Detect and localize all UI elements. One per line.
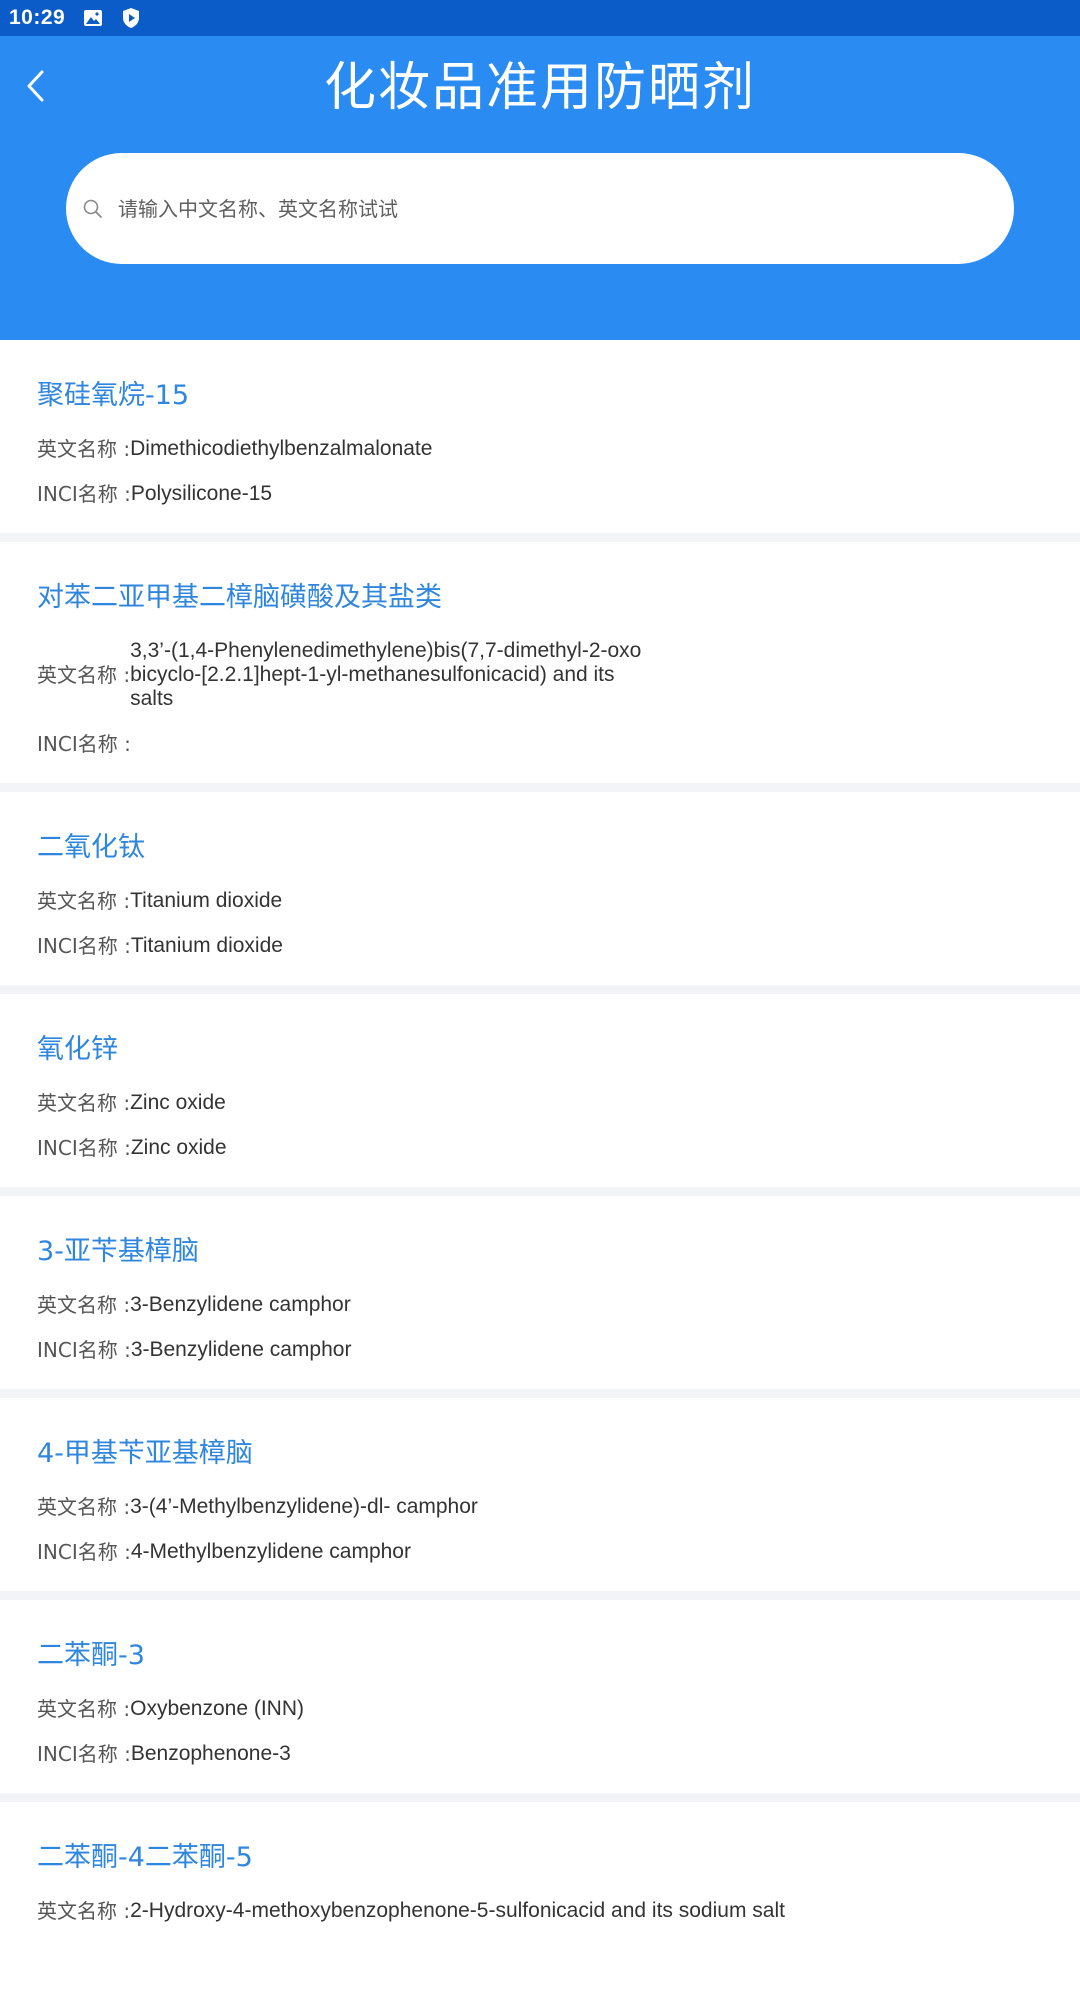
- english-name-value: 3-Benzylidene camphor: [130, 1293, 351, 1316]
- inci-name-row: INCI名称 : Titanium dioxide: [37, 934, 1080, 958]
- english-name-value: 2-Hydroxy-4-methoxybenzophenone-5-sulfon…: [130, 1899, 785, 1922]
- english-name-row: 英文名称 : 3,3’-(1,4-Phenylenedimethylene)bi…: [37, 639, 1080, 711]
- english-name-row: 英文名称 : 2-Hydroxy-4-methoxybenzophenone-5…: [37, 1899, 1080, 1923]
- item-name: 二苯酮-3: [37, 1640, 145, 1671]
- english-name-row: 英文名称 : Titanium dioxide: [37, 889, 1080, 913]
- inci-name-row: INCI名称 : 3-Benzylidene camphor: [37, 1338, 1080, 1362]
- list-item[interactable]: 3-亚苄基樟脑 英文名称 : 3-Benzylidene camphor INC…: [0, 1196, 1080, 1398]
- english-name-value: Dimethicodiethylbenzalmalonate: [130, 437, 433, 460]
- item-name: 3-亚苄基樟脑: [37, 1236, 199, 1267]
- english-name-row: 英文名称 : Dimethicodiethylbenzalmalonate: [37, 437, 1080, 461]
- inci-name-row: INCI名称 : 4-Methylbenzylidene camphor: [37, 1540, 1080, 1564]
- inci-name-value: Polysilicone-15: [130, 482, 273, 505]
- inci-name-label: INCI名称 :: [37, 482, 131, 506]
- inci-name-row: INCI名称 :: [37, 732, 1080, 756]
- english-name-row: 英文名称 : 3-(4’-Methylbenzylidene)-dl- camp…: [37, 1495, 1080, 1519]
- inci-name-row: INCI名称 : Benzophenone-3: [37, 1742, 1080, 1766]
- english-name-row: 英文名称 : 3-Benzylidene camphor: [37, 1293, 1080, 1317]
- inci-name-label: INCI名称 :: [37, 732, 131, 756]
- search-icon: [80, 196, 106, 222]
- inci-name-label: INCI名称 :: [37, 1540, 131, 1564]
- inci-name-row: INCI名称 : Polysilicone-15: [37, 482, 1080, 506]
- english-name-value: Titanium dioxide: [130, 889, 283, 912]
- status-bar: 10:29: [0, 0, 1080, 36]
- english-name-label: 英文名称 :: [37, 1697, 131, 1721]
- page-title: 化妆品准用防晒剂: [323, 58, 756, 118]
- item-name: 氧化锌: [37, 1034, 118, 1065]
- english-name-label: 英文名称 :: [37, 663, 131, 687]
- english-name-label: 英文名称 :: [37, 1091, 131, 1115]
- inci-name-value: Titanium dioxide: [130, 934, 283, 957]
- header: 化妆品准用防晒剂: [0, 36, 1080, 340]
- english-name-label: 英文名称 :: [37, 1899, 131, 1923]
- inci-name-label: INCI名称 :: [37, 1338, 131, 1362]
- english-name-label: 英文名称 :: [37, 889, 131, 913]
- item-name: 4-甲基苄亚基樟脑: [37, 1438, 253, 1469]
- shield-play-icon: [121, 8, 141, 28]
- english-name-value: 3,3’-(1,4-Phenylenedimethylene)bis(7,7-d…: [130, 639, 642, 710]
- item-name: 二苯酮-4二苯酮-5: [37, 1842, 253, 1873]
- english-name-label: 英文名称 :: [37, 437, 131, 461]
- inci-name-value: Zinc oxide: [130, 1136, 227, 1159]
- inci-name-value: Benzophenone-3: [130, 1742, 291, 1765]
- list-item[interactable]: 对苯二亚甲基二樟脑磺酸及其盐类 英文名称 : 3,3’-(1,4-Phenyle…: [0, 542, 1080, 792]
- list-item[interactable]: 聚硅氧烷-15 英文名称 : Dimethicodiethylbenzalmal…: [0, 340, 1080, 542]
- list-item[interactable]: 二苯酮-3 英文名称 : Oxybenzone (INN) INCI名称 : B…: [0, 1600, 1080, 1802]
- inci-name-label: INCI名称 :: [37, 934, 131, 958]
- inci-name-value: 4-Methylbenzylidene camphor: [130, 1540, 411, 1563]
- image-icon: [83, 8, 103, 28]
- item-name: 聚硅氧烷-15: [37, 380, 190, 411]
- sunscreen-list: 聚硅氧烷-15 英文名称 : Dimethicodiethylbenzalmal…: [0, 340, 1080, 2004]
- item-name: 二氧化钛: [37, 832, 145, 863]
- status-time: 10:29: [9, 6, 66, 29]
- inci-name-row: INCI名称 : Zinc oxide: [37, 1136, 1080, 1160]
- english-name-label: 英文名称 :: [37, 1293, 131, 1317]
- item-name: 对苯二亚甲基二樟脑磺酸及其盐类: [37, 582, 442, 613]
- inci-name-label: INCI名称 :: [37, 1742, 131, 1766]
- english-name-value: 3-(4’-Methylbenzylidene)-dl- camphor: [130, 1495, 478, 1518]
- list-item[interactable]: 二氧化钛 英文名称 : Titanium dioxide INCI名称 : Ti…: [0, 792, 1080, 994]
- inci-name-label: INCI名称 :: [37, 1136, 131, 1160]
- search-input[interactable]: [116, 195, 960, 222]
- search-box[interactable]: [66, 153, 1014, 264]
- list-item[interactable]: 二苯酮-4二苯酮-5 英文名称 : 2-Hydroxy-4-methoxyben…: [0, 1802, 1080, 2004]
- list-item[interactable]: 氧化锌 英文名称 : Zinc oxide INCI名称 : Zinc oxid…: [0, 994, 1080, 1196]
- english-name-value: Oxybenzone (INN): [130, 1697, 305, 1720]
- english-name-label: 英文名称 :: [37, 1495, 131, 1519]
- english-name-row: 英文名称 : Oxybenzone (INN): [37, 1697, 1080, 1721]
- inci-name-value: 3-Benzylidene camphor: [130, 1338, 352, 1361]
- english-name-row: 英文名称 : Zinc oxide: [37, 1091, 1080, 1115]
- list-item[interactable]: 4-甲基苄亚基樟脑 英文名称 : 3-(4’-Methylbenzylidene…: [0, 1398, 1080, 1600]
- english-name-value: Zinc oxide: [130, 1091, 226, 1114]
